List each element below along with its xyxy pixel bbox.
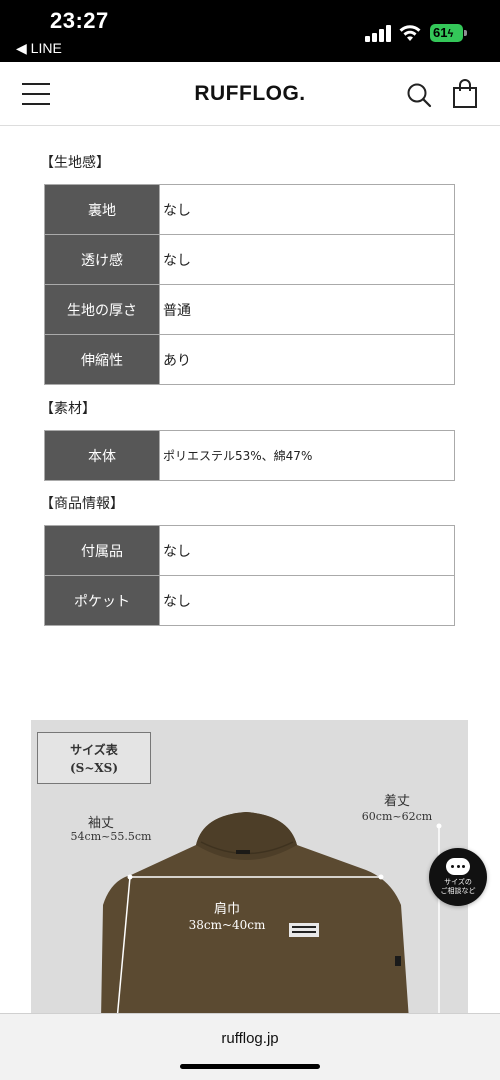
spec-value: なし xyxy=(159,234,455,285)
spec-value: なし xyxy=(159,184,455,235)
length-label: 着丈 xyxy=(383,794,410,809)
table-row: 付属品 なし xyxy=(44,525,455,576)
table-row: 透け感 なし xyxy=(44,234,455,285)
browser-address-bar: rufflog.jp xyxy=(0,1013,500,1080)
spec-key: 伸縮性 xyxy=(44,334,160,385)
chat-label: サイズの ご相談など xyxy=(429,878,487,896)
back-to-line-link[interactable]: ◀ LINE xyxy=(16,40,62,57)
spec-value: あり xyxy=(159,334,455,385)
sleeve-label: 袖丈 xyxy=(87,816,114,831)
spec-value: ポリエステル53%、綿47% xyxy=(159,430,455,481)
table-row: 本体 ポリエステル53%、綿47% xyxy=(44,430,455,481)
battery-tip xyxy=(464,30,467,36)
chat-label-line1: サイズの xyxy=(444,878,472,886)
spec-value: なし xyxy=(159,525,455,576)
size-consult-chat-button[interactable]: サイズの ご相談など xyxy=(429,848,487,906)
table-row: 生地の厚さ 普通 xyxy=(44,284,455,335)
length-value: 60cm~62cm xyxy=(361,810,433,823)
wifi-icon xyxy=(399,25,421,41)
battery-level: 61 xyxy=(433,25,448,40)
table-row: 裏地 なし xyxy=(44,184,455,235)
spec-key: 生地の厚さ xyxy=(44,284,160,335)
fabric-section-title: 【生地感】 xyxy=(40,155,110,171)
spec-key: 透け感 xyxy=(44,234,160,285)
site-header: RUFFLOG. xyxy=(0,62,500,126)
status-time: 23:27 xyxy=(50,8,109,33)
search-icon[interactable] xyxy=(406,82,432,108)
shoulder-label: 肩巾 xyxy=(213,902,240,917)
chat-label-line2: ご相談など xyxy=(440,887,476,895)
table-row: 伸縮性 あり xyxy=(44,334,455,385)
size-chart-image: サイズ表 (S~XS) 袖丈 54cm~55.5cm 着丈 60cm~62cm … xyxy=(31,720,468,1020)
chat-bubble-icon xyxy=(446,858,470,875)
product-info-table: 付属品 なし ポケット なし xyxy=(44,525,455,626)
sweatshirt-illustration xyxy=(101,812,442,1020)
spec-key: ポケット xyxy=(44,575,160,626)
material-table: 本体 ポリエステル53%、綿47% xyxy=(44,430,455,481)
product-info-section-title: 【商品情報】 xyxy=(40,496,124,512)
spec-key: 付属品 xyxy=(44,525,160,576)
sleeve-value: 54cm~55.5cm xyxy=(70,830,152,843)
shoulder-value: 38cm~40cm xyxy=(188,918,266,932)
url-field[interactable]: rufflog.jp xyxy=(0,1030,500,1047)
spec-value: 普通 xyxy=(159,284,455,335)
table-row: ポケット なし xyxy=(44,575,455,626)
home-indicator xyxy=(180,1064,320,1069)
battery-icon: 61ϟ xyxy=(430,24,463,42)
cellular-signal-icon xyxy=(365,24,391,42)
status-bar: 23:27 ◀ LINE 61ϟ xyxy=(0,0,500,62)
fabric-table: 裏地 なし 透け感 なし 生地の厚さ 普通 伸縮性 あり xyxy=(44,184,455,385)
charging-bolt-icon: ϟ xyxy=(447,28,454,40)
spec-value: なし xyxy=(159,575,455,626)
cart-icon[interactable] xyxy=(452,79,478,109)
spec-key: 本体 xyxy=(44,430,160,481)
spec-key: 裏地 xyxy=(44,184,160,235)
material-section-title: 【素材】 xyxy=(40,401,96,417)
